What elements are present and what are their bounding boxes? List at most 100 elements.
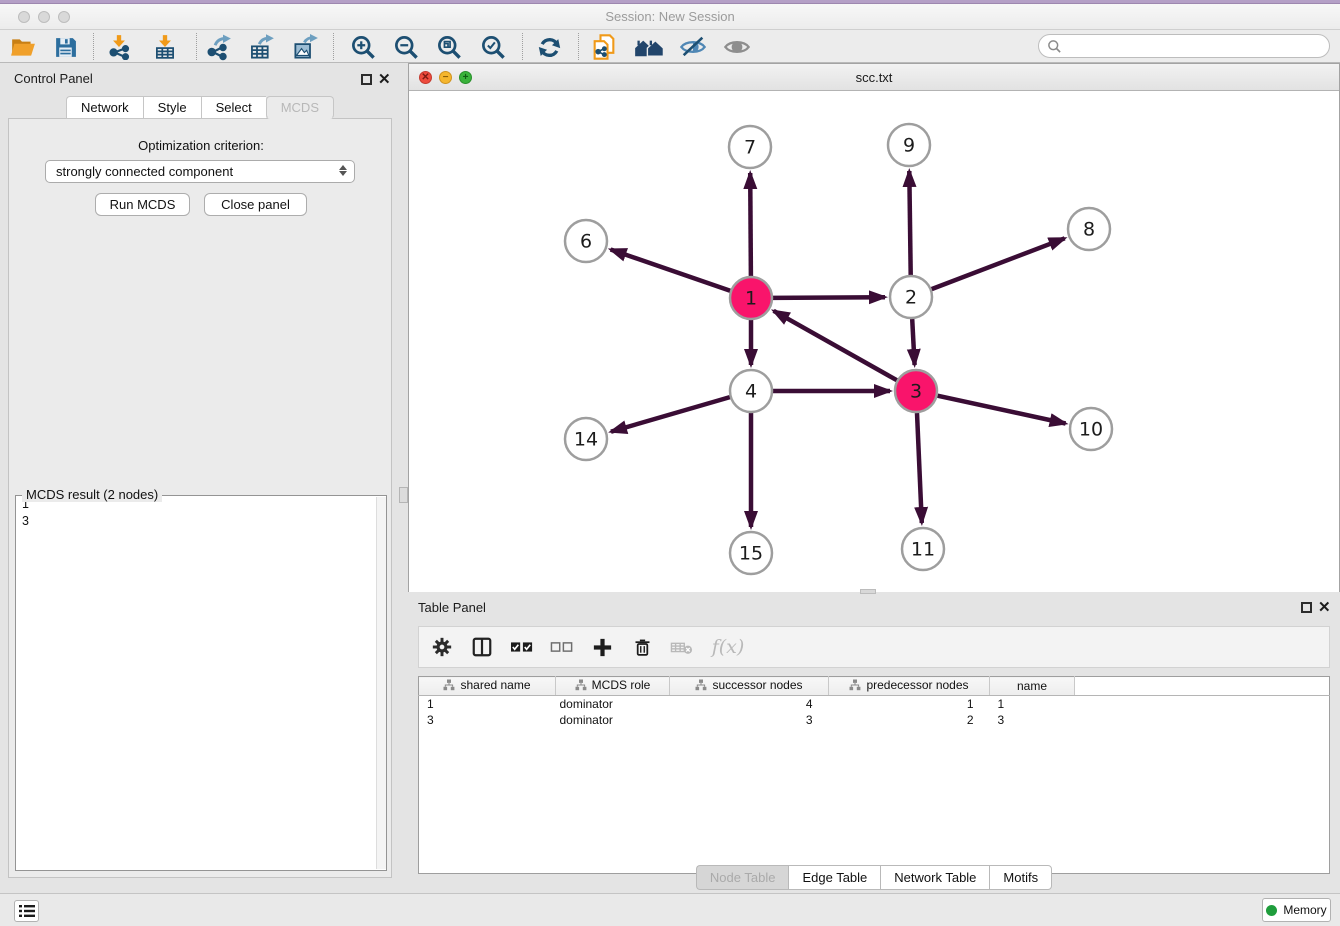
tab-network-table[interactable]: Network Table xyxy=(880,865,989,890)
table-header-row: shared name MCDS role successor nodes pr… xyxy=(419,677,1330,696)
graph-node-label: 8 xyxy=(1083,219,1095,241)
column-header-predecessor-nodes[interactable]: predecessor nodes xyxy=(829,677,990,696)
cell-predecessor-nodes[interactable]: 2 xyxy=(829,712,990,728)
column-header-successor-nodes[interactable]: successor nodes xyxy=(670,677,829,696)
table-empty-area xyxy=(419,728,1330,874)
cell-mcds-role[interactable]: dominator xyxy=(556,696,670,712)
fx-icon: f(x) xyxy=(712,636,745,658)
zoom-fit-button[interactable] xyxy=(434,33,464,61)
toolbar-separator xyxy=(93,33,94,60)
zoom-in-button[interactable] xyxy=(348,33,378,61)
columns-icon xyxy=(471,636,493,658)
tab-edge-table[interactable]: Edge Table xyxy=(788,865,880,890)
refresh-icon xyxy=(536,34,563,61)
network-canvas[interactable]: 7968124314101511 xyxy=(409,91,1339,592)
export-table-button[interactable] xyxy=(246,33,276,61)
horizontal-splitter-grip[interactable] xyxy=(860,589,876,594)
table-panel-float-icon[interactable] xyxy=(1301,602,1312,613)
graph-edge-2-8[interactable] xyxy=(932,238,1065,289)
search-input[interactable] xyxy=(1062,37,1329,55)
tab-mcds[interactable]: MCDS xyxy=(266,96,334,119)
tab-style[interactable]: Style xyxy=(143,96,201,119)
select-all-button[interactable] xyxy=(509,634,535,660)
network-window-titlebar[interactable]: ✕ − + scc.txt xyxy=(409,64,1339,91)
optimization-criterion-label: Optimization criterion: xyxy=(9,138,393,153)
hide-selected-button[interactable] xyxy=(678,33,708,61)
graph-edge-3-1[interactable] xyxy=(774,311,897,380)
graph-edge-2-3[interactable] xyxy=(912,319,914,365)
zoom-out-button[interactable] xyxy=(391,33,421,61)
delete-column-button[interactable] xyxy=(629,634,655,660)
graph-edge-2-9[interactable] xyxy=(909,171,910,275)
cell-successor-nodes[interactable]: 3 xyxy=(670,712,829,728)
column-header-name[interactable]: name xyxy=(990,677,1075,696)
table-row[interactable]: 1 dominator 4 1 1 xyxy=(419,696,1330,712)
tab-select[interactable]: Select xyxy=(201,96,266,119)
plus-icon xyxy=(591,636,614,659)
export-network-button[interactable] xyxy=(203,33,233,61)
table-row[interactable]: 3 dominator 3 2 3 xyxy=(419,712,1330,728)
tab-motifs[interactable]: Motifs xyxy=(989,865,1052,890)
add-column-button[interactable] xyxy=(589,634,615,660)
attribute-icon xyxy=(849,679,861,691)
gear-icon xyxy=(431,636,453,658)
control-panel-close-icon[interactable]: ✕ xyxy=(378,74,391,85)
graph-node-label: 3 xyxy=(910,381,922,403)
criterion-dropdown[interactable]: strongly connected component xyxy=(45,160,355,183)
network-from-selection-button[interactable] xyxy=(589,33,619,61)
show-all-button[interactable] xyxy=(722,33,752,61)
network-title: scc.txt xyxy=(409,70,1339,85)
result-scrollbar[interactable] xyxy=(376,497,386,869)
delete-table-button-disabled xyxy=(669,634,695,660)
export-network-icon xyxy=(205,34,232,61)
first-neighbors-button[interactable] xyxy=(634,33,664,61)
tab-network[interactable]: Network xyxy=(66,96,143,119)
cell-name[interactable]: 1 xyxy=(990,696,1075,712)
table-panel-close-icon[interactable]: ✕ xyxy=(1318,602,1331,613)
graph-node-label: 6 xyxy=(580,231,592,253)
attribute-icon xyxy=(695,679,707,691)
toolbar-separator xyxy=(522,33,523,60)
cell-predecessor-nodes[interactable]: 1 xyxy=(829,696,990,712)
open-session-button[interactable] xyxy=(8,33,38,61)
cell-shared-name[interactable]: 3 xyxy=(419,712,556,728)
graph-edge-1-2[interactable] xyxy=(773,297,885,298)
import-table-button[interactable] xyxy=(150,33,180,61)
close-panel-button[interactable]: Close panel xyxy=(204,193,307,216)
deselect-all-button[interactable] xyxy=(549,634,575,660)
graph-edge-4-14[interactable] xyxy=(611,397,730,432)
cell-shared-name[interactable]: 1 xyxy=(419,696,556,712)
save-session-button[interactable] xyxy=(50,33,80,61)
mcds-result-title: MCDS result (2 nodes) xyxy=(22,487,162,502)
function-builder-button-disabled: f(x) xyxy=(709,634,747,660)
cell-mcds-role[interactable]: dominator xyxy=(556,712,670,728)
graph-edge-1-6[interactable] xyxy=(611,250,731,291)
graph-edge-3-11[interactable] xyxy=(917,413,922,523)
cell-successor-nodes[interactable]: 4 xyxy=(670,696,829,712)
zoom-selected-button[interactable] xyxy=(478,33,508,61)
status-bar: Memory xyxy=(0,893,1340,926)
memory-label: Memory xyxy=(1283,903,1326,917)
export-image-button[interactable] xyxy=(290,33,320,61)
import-network-button[interactable] xyxy=(104,33,134,61)
run-mcds-button[interactable]: Run MCDS xyxy=(95,193,190,216)
graph-edge-1-7[interactable] xyxy=(750,173,751,276)
cell-name[interactable]: 3 xyxy=(990,712,1075,728)
refresh-button[interactable] xyxy=(534,33,564,61)
column-header-shared-name[interactable]: shared name xyxy=(419,677,556,696)
criterion-value: strongly connected component xyxy=(56,164,233,179)
table-settings-button[interactable] xyxy=(429,634,455,660)
control-panel-float-icon[interactable] xyxy=(361,74,372,85)
graph-edge-3-10[interactable] xyxy=(938,396,1066,424)
search-box[interactable] xyxy=(1038,34,1330,58)
mcds-panel: Optimization criterion: strongly connect… xyxy=(8,118,392,878)
memory-status-icon xyxy=(1266,905,1277,916)
task-history-button[interactable] xyxy=(14,900,39,922)
panel-splitter-grip[interactable] xyxy=(399,487,408,503)
toggle-column-button[interactable] xyxy=(469,634,495,660)
control-panel-tabs: Network Style Select MCDS xyxy=(0,96,400,119)
memory-button[interactable]: Memory xyxy=(1262,898,1331,922)
tab-node-table[interactable]: Node Table xyxy=(696,865,789,890)
table-panel-title: Table Panel xyxy=(418,600,486,615)
column-header-mcds-role[interactable]: MCDS role xyxy=(556,677,670,696)
